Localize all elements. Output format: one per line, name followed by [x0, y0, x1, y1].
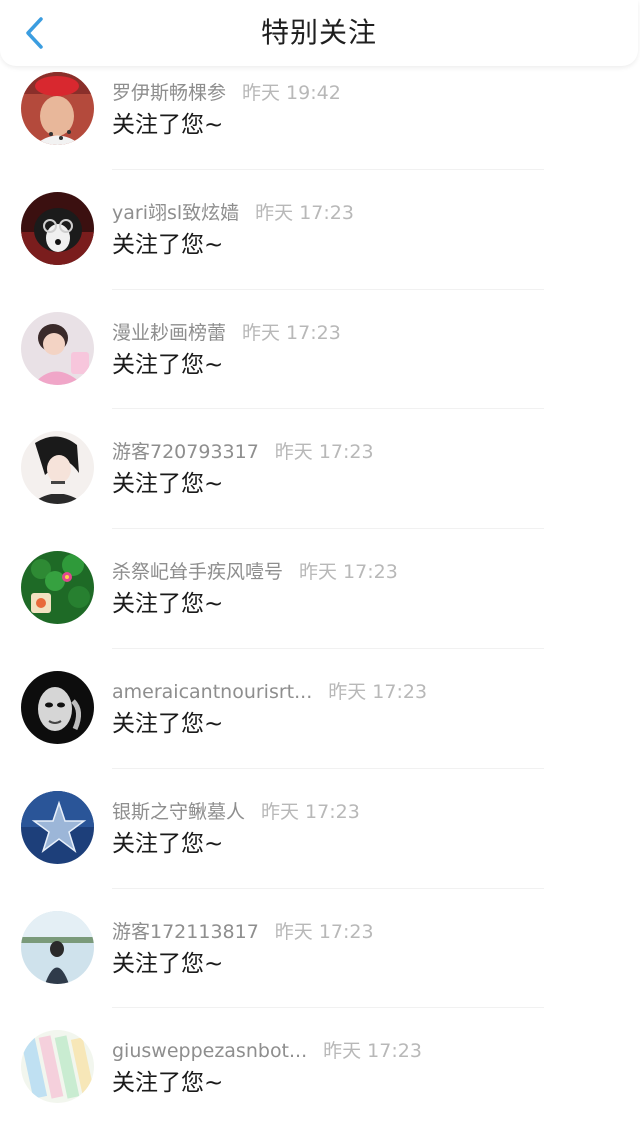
- username[interactable]: 漫业耖画榜蕾: [112, 322, 226, 344]
- notification-list: 罗伊斯畅棵参 昨天 19:42 关注了您~ yari翊sl致炫嫱 昨天 17:23 …: [0, 50, 640, 1128]
- notification-meta: ameraicantnourisrt... 昨天 17:23: [112, 679, 427, 705]
- username[interactable]: 银斯之守鳅墓人: [112, 801, 245, 823]
- avatar[interactable]: [21, 790, 94, 864]
- timestamp: 昨天 17:23: [299, 561, 398, 584]
- notification-message: 关注了您~: [112, 1070, 224, 1097]
- timestamp: 昨天 17:23: [261, 800, 360, 823]
- username[interactable]: yari翊sl致炫嫱: [112, 202, 239, 224]
- avatar[interactable]: [21, 191, 94, 265]
- username[interactable]: 罗伊斯畅棵参: [112, 82, 226, 104]
- notification-meta: yari翊sl致炫嫱 昨天 17:23: [112, 200, 354, 226]
- avatar[interactable]: [21, 910, 94, 984]
- notification-message: 关注了您~: [112, 710, 224, 737]
- list-item[interactable]: 银斯之守鳅墓人 昨天 17:23 关注了您~: [0, 769, 640, 889]
- username[interactable]: 游客172113817: [112, 921, 259, 943]
- notification-message: 关注了您~: [112, 830, 224, 857]
- notification-message: 关注了您~: [112, 112, 224, 138]
- page-title: 特别关注: [260, 16, 377, 49]
- notification-meta: 银斯之守鳅墓人 昨天 17:23: [112, 799, 360, 825]
- notification-meta: 游客172113817 昨天 17:23: [112, 919, 374, 945]
- username[interactable]: 杀祭屺耸手疾风噎号: [112, 561, 283, 583]
- notification-meta: giusweppezasnbot... 昨天 17:23: [112, 1038, 422, 1064]
- timestamp: 昨天 17:23: [255, 201, 354, 224]
- list-item[interactable]: 游客172113817 昨天 17:23 关注了您~: [0, 889, 640, 1009]
- notification-meta: 罗伊斯畅棵参 昨天 19:42: [112, 80, 341, 106]
- notification-meta: 漫业耖画榜蕾 昨天 17:23: [112, 320, 341, 346]
- timestamp: 昨天 17:23: [274, 441, 374, 464]
- list-item[interactable]: 罗伊斯畅棵参 昨天 19:42 关注了您~: [0, 50, 640, 170]
- list-item[interactable]: giusweppezasnbot... 昨天 17:23 关注了您~: [0, 1008, 640, 1128]
- notification-meta: 杀祭屺耸手疾风噎号 昨天 17:23: [112, 559, 398, 585]
- timestamp: 昨天 17:23: [242, 321, 341, 344]
- timestamp: 昨天 17:23: [274, 920, 374, 943]
- avatar[interactable]: [21, 670, 94, 744]
- avatar[interactable]: [21, 311, 94, 385]
- username[interactable]: 游客720793317: [112, 441, 259, 463]
- username[interactable]: giusweppezasnbot...: [112, 1040, 307, 1062]
- notification-message: 关注了您~: [112, 950, 224, 977]
- timestamp: 昨天 17:23: [328, 680, 428, 703]
- notification-message: 关注了您~: [112, 591, 224, 618]
- avatar[interactable]: [21, 1030, 94, 1104]
- avatar[interactable]: [21, 72, 94, 145]
- list-item[interactable]: 游客720793317 昨天 17:23 关注了您~: [0, 409, 640, 530]
- notification-meta: 游客720793317 昨天 17:23: [112, 439, 374, 465]
- timestamp: 昨天 17:23: [323, 1040, 422, 1063]
- avatar[interactable]: [21, 431, 94, 505]
- list-item[interactable]: ameraicantnourisrt... 昨天 17:23 关注了您~: [0, 649, 640, 769]
- list-item[interactable]: 杀祭屺耸手疾风噎号 昨天 17:23 关注了您~: [0, 529, 640, 649]
- top-bar: 特别关注: [0, 0, 638, 66]
- list-item[interactable]: 漫业耖画榜蕾 昨天 17:23 关注了您~: [0, 290, 640, 410]
- notification-message: 关注了您~: [112, 231, 224, 258]
- username[interactable]: ameraicantnourisrt...: [112, 681, 312, 703]
- avatar[interactable]: [21, 551, 94, 625]
- notification-message: 关注了您~: [112, 351, 224, 378]
- list-item[interactable]: yari翊sl致炫嫱 昨天 17:23 关注了您~: [0, 170, 640, 290]
- notification-message: 关注了您~: [112, 471, 224, 498]
- timestamp: 昨天 19:42: [242, 82, 341, 104]
